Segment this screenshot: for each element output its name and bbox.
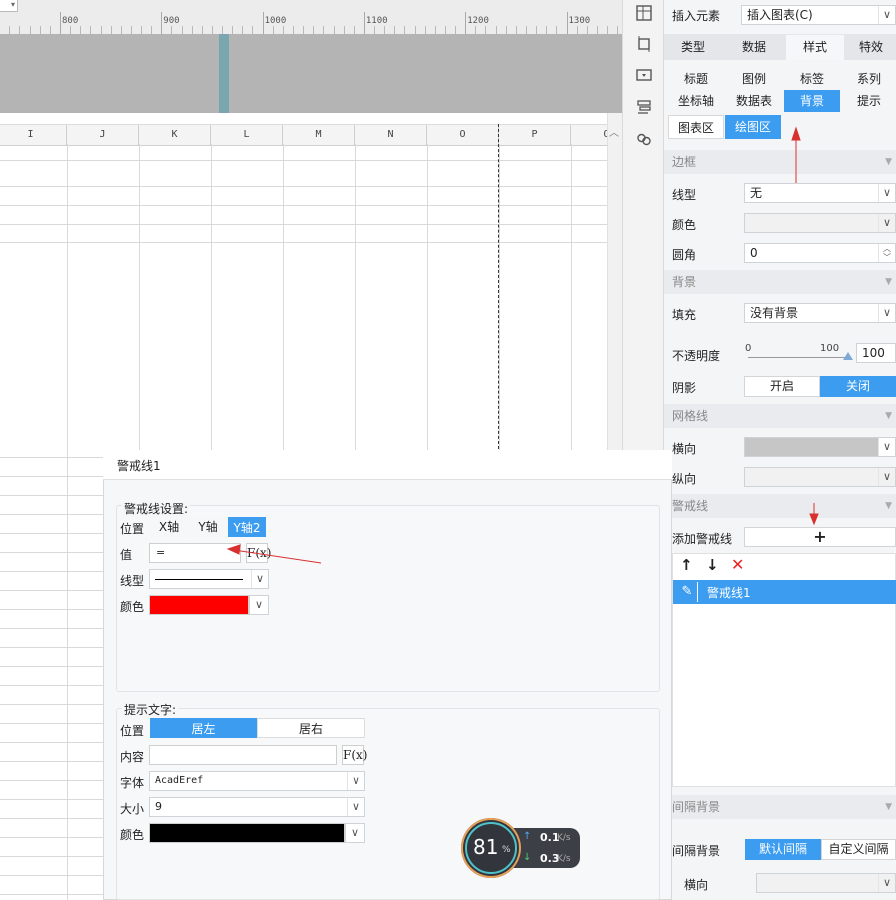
- arrow-head-plot-tab: [791, 126, 801, 141]
- arrow-to-value-input: [233, 549, 322, 564]
- annotation-arrows: [226, 126, 819, 564]
- arrow-head-value-input: [226, 544, 241, 555]
- arrow-head-add-alert: [809, 513, 819, 526]
